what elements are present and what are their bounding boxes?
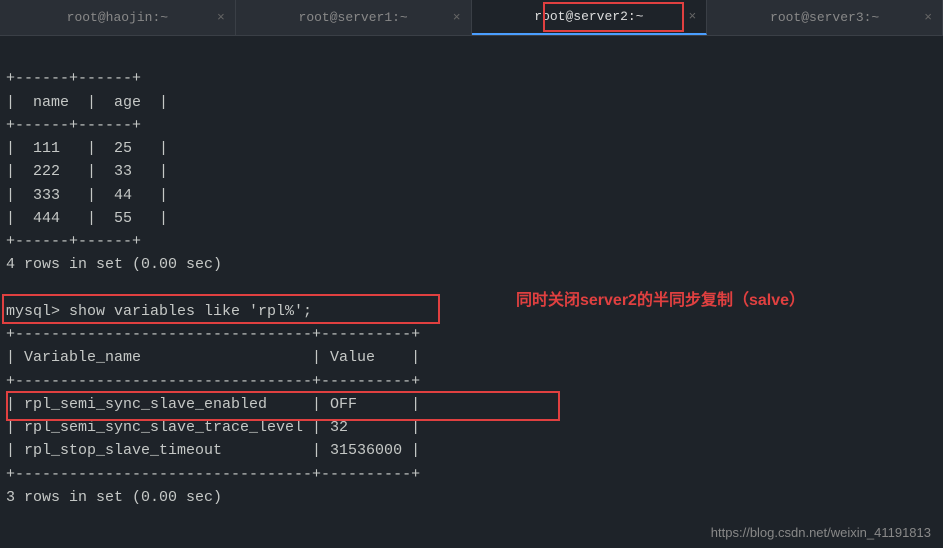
tab-label: root@server2:~ bbox=[534, 9, 643, 24]
table1-row: | 111 | 25 | bbox=[6, 140, 168, 157]
table1-summary: 4 rows in set (0.00 sec) bbox=[6, 256, 222, 273]
table1-row: | 333 | 44 | bbox=[6, 187, 168, 204]
table2-row: | rpl_semi_sync_slave_enabled | OFF | bbox=[6, 396, 420, 413]
tab-2[interactable]: root@server2:~ × bbox=[472, 0, 708, 35]
table1-sep-bot: +------+------+ bbox=[6, 233, 141, 250]
tab-label: root@haojin:~ bbox=[67, 10, 168, 25]
tab-0[interactable]: root@haojin:~ × bbox=[0, 0, 236, 35]
tab-label: root@server3:~ bbox=[770, 10, 879, 25]
tab-bar: root@haojin:~×root@server1:~×root@server… bbox=[0, 0, 943, 36]
table1-row: | 222 | 33 | bbox=[6, 163, 168, 180]
table1-sep-top: +------+------+ bbox=[6, 70, 141, 87]
table2-header: | Variable_name | Value | bbox=[6, 349, 420, 366]
tab-label: root@server1:~ bbox=[299, 10, 408, 25]
table1-header: | name | age | bbox=[6, 94, 168, 111]
table2-sep-bot: +---------------------------------+-----… bbox=[6, 466, 420, 483]
table2-sep-mid: +---------------------------------+-----… bbox=[6, 373, 420, 390]
tab-3[interactable]: root@server3:~ × bbox=[707, 0, 943, 35]
close-icon[interactable]: × bbox=[217, 10, 225, 25]
terminal-output: +------+------+ | name | age | +------+-… bbox=[0, 36, 943, 517]
table1-sep-mid: +------+------+ bbox=[6, 117, 141, 134]
close-icon[interactable]: × bbox=[453, 10, 461, 25]
annotation-text: 同时关闭server2的半同步复制（salve） bbox=[516, 286, 805, 310]
watermark-text: https://blog.csdn.net/weixin_41191813 bbox=[711, 525, 931, 540]
tab-1[interactable]: root@server1:~ × bbox=[236, 0, 472, 35]
table2-summary: 3 rows in set (0.00 sec) bbox=[6, 489, 222, 506]
table2-sep-top: +---------------------------------+-----… bbox=[6, 326, 420, 343]
close-icon[interactable]: × bbox=[924, 10, 932, 25]
table2-row: | rpl_semi_sync_slave_trace_level | 32 | bbox=[6, 419, 420, 436]
close-icon[interactable]: × bbox=[688, 9, 696, 24]
table1-row: | 444 | 55 | bbox=[6, 210, 168, 227]
mysql-prompt-command: mysql> show variables like 'rpl%'; bbox=[6, 303, 312, 320]
table2-row: | rpl_stop_slave_timeout | 31536000 | bbox=[6, 442, 420, 459]
